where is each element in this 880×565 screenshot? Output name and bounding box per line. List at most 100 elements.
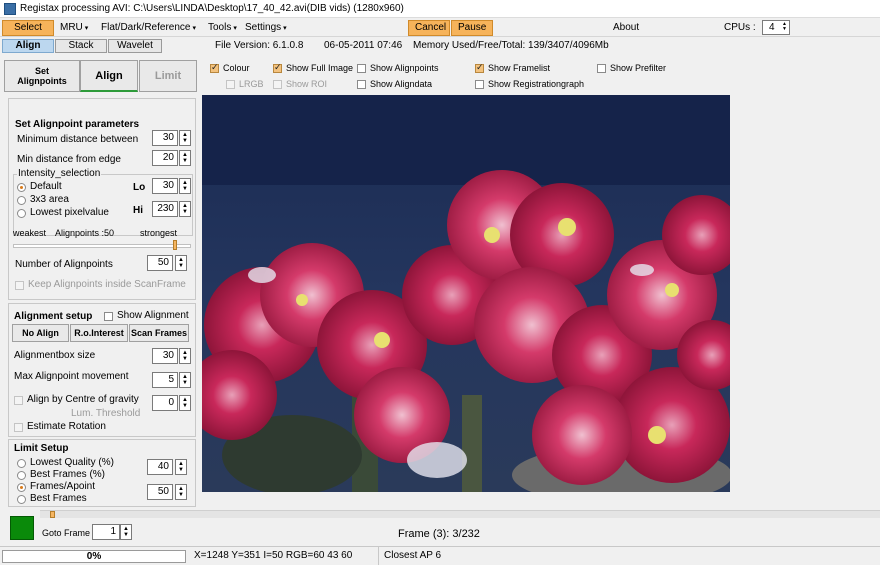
best-frames-input[interactable]: 50 xyxy=(147,484,173,500)
frame-slider-thumb[interactable] xyxy=(50,511,55,518)
min-distance-between-input[interactable]: 30 xyxy=(152,130,178,146)
goto-frame-input[interactable]: 1 xyxy=(92,524,120,540)
align-by-centre-checkbox[interactable] xyxy=(14,396,23,405)
limit-setup-heading: Limit Setup xyxy=(14,443,69,454)
spin-arrows-icon[interactable]: ▲ ▼ xyxy=(179,130,191,146)
spin-arrows-icon[interactable]: ▲ ▼ xyxy=(179,178,191,194)
show-roi-label: Show ROI xyxy=(286,79,328,89)
spin-arrows-icon[interactable]: ▲ ▼ xyxy=(781,22,788,33)
pixel-coordinates: X=1248 Y=351 I=50 RGB=60 43 60 xyxy=(194,550,353,561)
tab-align[interactable]: Align xyxy=(2,39,54,53)
max-movement-input[interactable]: 5 xyxy=(152,372,178,388)
spin-arrows-icon[interactable]: ▲ ▼ xyxy=(179,372,191,388)
area3x3-radio[interactable] xyxy=(17,196,26,205)
frame-preview-image[interactable] xyxy=(202,95,730,492)
default-radio[interactable] xyxy=(17,183,26,192)
memory-info: Memory Used/Free/Total: 139/3407/4096Mb xyxy=(413,40,609,51)
spin-arrows-icon[interactable]: ▲ ▼ xyxy=(179,150,191,166)
pause-button[interactable]: Pause xyxy=(451,20,493,36)
best-frames-pct-radio[interactable] xyxy=(17,471,26,480)
flower-photo xyxy=(202,95,730,492)
show-registrationgraph-label: Show Registrationgraph xyxy=(488,79,585,89)
mru-menu[interactable]: MRU ▾ xyxy=(54,20,94,36)
spin-arrows-icon[interactable]: ▲ ▼ xyxy=(175,459,187,475)
hi-input[interactable]: 230 xyxy=(152,201,178,217)
left-control-panel: Set Alignpoints Align Limit Set Alignpoi… xyxy=(2,57,200,510)
flat-dark-reference-menu[interactable]: Flat/Dark/Reference ▾ xyxy=(95,20,202,36)
no-align-button[interactable]: No Align xyxy=(12,324,69,342)
estimate-rotation-checkbox[interactable] xyxy=(14,423,23,432)
spin-arrows-icon[interactable]: ▲ ▼ xyxy=(175,484,187,500)
lowest-quality-input[interactable]: 40 xyxy=(147,459,173,475)
show-alignpoints-label: Show Alignpoints xyxy=(370,63,439,73)
lum-threshold-label: Lum. Threshold xyxy=(71,408,141,419)
show-framelist-label: Show Framelist xyxy=(488,63,551,73)
alignmentbox-size-input[interactable]: 30 xyxy=(152,348,178,364)
strongest-label: strongest xyxy=(140,228,178,238)
lowest-quality-radio[interactable] xyxy=(17,459,26,468)
show-aligndata-checkbox[interactable] xyxy=(357,80,366,89)
number-of-alignpoints-label: Number of Alignpoints xyxy=(15,259,113,270)
mru-menu-label: MRU xyxy=(60,22,83,33)
ro-interest-button[interactable]: R.o.Interest xyxy=(70,324,128,342)
image-background xyxy=(730,95,880,492)
lo-label: Lo xyxy=(133,182,146,193)
min-distance-edge-label: Min distance from edge xyxy=(17,154,121,165)
show-roi-checkbox[interactable] xyxy=(273,80,282,89)
lo-input[interactable]: 30 xyxy=(152,178,178,194)
spin-arrows-icon[interactable]: ▲ ▼ xyxy=(120,524,132,540)
min-distance-edge-input[interactable]: 20 xyxy=(152,150,178,166)
set-alignpoints-line2: Alignpoints xyxy=(17,76,67,86)
tab-wavelet[interactable]: Wavelet xyxy=(108,39,162,53)
show-full-image-checkbox[interactable] xyxy=(273,62,282,73)
scan-frames-button[interactable]: Scan Frames xyxy=(129,324,189,342)
show-framelist-checkbox[interactable] xyxy=(475,62,484,73)
lum-threshold-input[interactable]: 0 xyxy=(152,395,178,411)
set-alignpoints-button[interactable]: Set Alignpoints xyxy=(4,60,80,92)
frames-apoint-radio[interactable] xyxy=(17,483,26,492)
align-mode-button[interactable]: Align xyxy=(80,60,138,92)
status-divider xyxy=(378,547,379,565)
limit-mode-button[interactable]: Limit xyxy=(139,60,197,92)
show-prefilter-label: Show Prefilter xyxy=(610,63,667,73)
cpus-select[interactable]: 4 ▲ ▼ xyxy=(762,20,790,35)
keep-inside-scanframe-checkbox[interactable] xyxy=(15,281,24,290)
select-button[interactable]: Select xyxy=(2,20,54,36)
show-registrationgraph-checkbox[interactable] xyxy=(475,80,484,89)
show-alignment-checkbox[interactable] xyxy=(104,312,113,321)
cpus-value: 4 xyxy=(769,22,775,33)
align-by-centre-label: Align by Centre of gravity xyxy=(27,394,139,405)
tools-menu[interactable]: Tools ▾ xyxy=(202,20,243,36)
alignpoints-count: Alignpoints :50 xyxy=(55,228,115,238)
spin-arrows-icon[interactable]: ▲ ▼ xyxy=(179,395,191,411)
estimate-rotation-label: Estimate Rotation xyxy=(27,421,106,432)
set-alignpoints-line1: Set xyxy=(34,66,49,76)
spin-arrows-icon[interactable]: ▲ ▼ xyxy=(179,201,191,217)
spin-arrows-icon[interactable]: ▲ ▼ xyxy=(179,348,191,364)
spin-arrows-icon[interactable]: ▲ ▼ xyxy=(175,255,187,271)
tab-stack[interactable]: Stack xyxy=(55,39,107,53)
cancel-button[interactable]: Cancel xyxy=(408,20,450,36)
colour-checkbox[interactable] xyxy=(210,62,219,73)
min-distance-between-label: Minimum distance between xyxy=(17,134,139,145)
progress-text: 0% xyxy=(86,551,102,562)
frame-slider[interactable] xyxy=(40,510,880,518)
process-tabs: Align Stack Wavelet File Version: 6.1.0.… xyxy=(0,38,880,53)
slider-thumb[interactable] xyxy=(173,240,177,250)
flat-menu-label: Flat/Dark/Reference xyxy=(101,22,191,33)
lowest-pixelvalue-radio[interactable] xyxy=(17,209,26,218)
chevron-down-icon: ▾ xyxy=(84,25,89,32)
about-menu[interactable]: About xyxy=(607,20,645,36)
alignpoint-params-group: Set Alignpoint parameters Minimum distan… xyxy=(8,98,196,300)
alignpoints-strength-slider[interactable] xyxy=(13,244,191,248)
number-of-alignpoints-input[interactable]: 50 xyxy=(147,255,173,271)
show-prefilter-checkbox[interactable] xyxy=(597,64,606,73)
lrgb-checkbox[interactable] xyxy=(226,80,235,89)
show-alignpoints-checkbox[interactable] xyxy=(357,64,366,73)
best-frames-radio[interactable] xyxy=(17,495,26,504)
settings-menu[interactable]: Settings ▾ xyxy=(239,20,293,36)
bottom-bar: Goto Frame 1 ▲ ▼ Frame (3): 3/232 xyxy=(0,516,880,546)
show-full-image-label: Show Full Image xyxy=(286,63,354,73)
progress-bar: 0% xyxy=(2,550,186,563)
file-version: File Version: 6.1.0.8 xyxy=(215,40,304,51)
